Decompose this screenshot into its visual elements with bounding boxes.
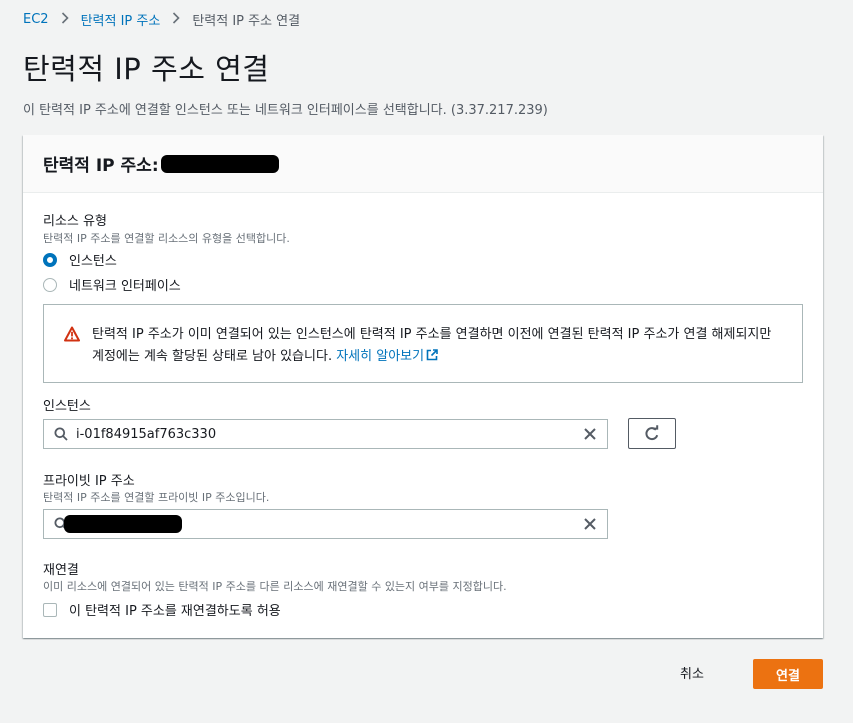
reassociate-description: 이미 리소스에 연결되어 있는 탄력적 IP 주소를 다른 리소스에 재연결할 … — [43, 580, 507, 593]
private-ip-description: 탄력적 IP 주소를 연결할 프라이빗 IP 주소입니다. — [43, 491, 270, 504]
radio-network-interface-indicator[interactable] — [43, 277, 57, 292]
instance-search-input[interactable]: i-01f84915af763c330 — [43, 419, 608, 449]
radio-instance-label: 인스턴스 — [69, 254, 117, 269]
private-ip-input[interactable] — [43, 509, 608, 539]
refresh-button[interactable] — [628, 418, 676, 449]
allow-reassociation-label: 이 탄력적 IP 주소를 재연결하도록 허용 — [69, 604, 281, 619]
allow-reassociation-checkbox[interactable]: 이 탄력적 IP 주소를 재연결하도록 허용 — [43, 600, 281, 619]
refresh-icon — [645, 424, 659, 440]
external-link-icon — [426, 349, 438, 361]
chevron-right-icon — [61, 11, 69, 28]
radio-network-interface[interactable]: 네트워크 인터페이스 — [43, 275, 181, 294]
radio-instance[interactable]: 인스턴스 — [43, 250, 117, 269]
warning-icon — [64, 326, 80, 342]
learn-more-label: 자세히 알아보기 — [336, 349, 425, 364]
breadcrumb-elastic-ip-link[interactable]: 탄력적 IP 주소 — [81, 10, 161, 29]
chevron-right-icon — [172, 11, 180, 28]
clear-icon[interactable] — [583, 517, 597, 531]
warning-text: 탄력적 IP 주소가 이미 연결되어 있는 인스턴스에 탄력적 IP 주소를 연… — [92, 324, 782, 382]
search-icon — [54, 427, 68, 441]
associate-button[interactable]: 연결 — [753, 659, 823, 689]
reassociate-label: 재연결 — [43, 563, 79, 578]
clear-icon[interactable] — [583, 427, 597, 441]
page-title: 탄력적 IP 주소 연결 — [23, 52, 270, 86]
resource-type-description: 탄력적 IP 주소를 연결할 리소스의 유형을 선택합니다. — [43, 232, 290, 245]
association-panel: 탄력적 IP 주소: 리소스 유형 탄력적 IP 주소를 연결할 리소스의 유형… — [23, 135, 823, 638]
breadcrumb: EC2 탄력적 IP 주소 탄력적 IP 주소 연결 — [23, 10, 300, 29]
breadcrumb-current: 탄력적 IP 주소 연결 — [192, 14, 301, 29]
instance-value: i-01f84915af763c330 — [76, 426, 217, 442]
allow-reassociation-box[interactable] — [43, 602, 57, 617]
resource-type-label: 리소스 유형 — [43, 214, 107, 229]
redacted-ip — [160, 154, 279, 173]
panel-title-text: 탄력적 IP 주소: — [43, 156, 159, 176]
private-ip-label: 프라이빗 IP 주소 — [43, 474, 135, 489]
cancel-button[interactable]: 취소 — [680, 663, 704, 682]
radio-instance-indicator[interactable] — [43, 252, 57, 267]
panel-header: 탄력적 IP 주소: — [23, 135, 823, 193]
redacted-private-ip — [64, 515, 182, 533]
panel-title: 탄력적 IP 주소: — [43, 151, 279, 176]
page-description: 이 탄력적 IP 주소에 연결할 인스턴스 또는 네트워크 인터페이스를 선택합… — [23, 103, 548, 118]
breadcrumb-ec2-link[interactable]: EC2 — [23, 12, 49, 27]
radio-network-interface-label: 네트워크 인터페이스 — [69, 279, 181, 294]
learn-more-link[interactable]: 자세히 알아보기 — [336, 349, 438, 364]
instance-label: 인스턴스 — [43, 399, 91, 414]
warning-alert: 탄력적 IP 주소가 이미 연결되어 있는 인스턴스에 탄력적 IP 주소를 연… — [43, 304, 803, 383]
